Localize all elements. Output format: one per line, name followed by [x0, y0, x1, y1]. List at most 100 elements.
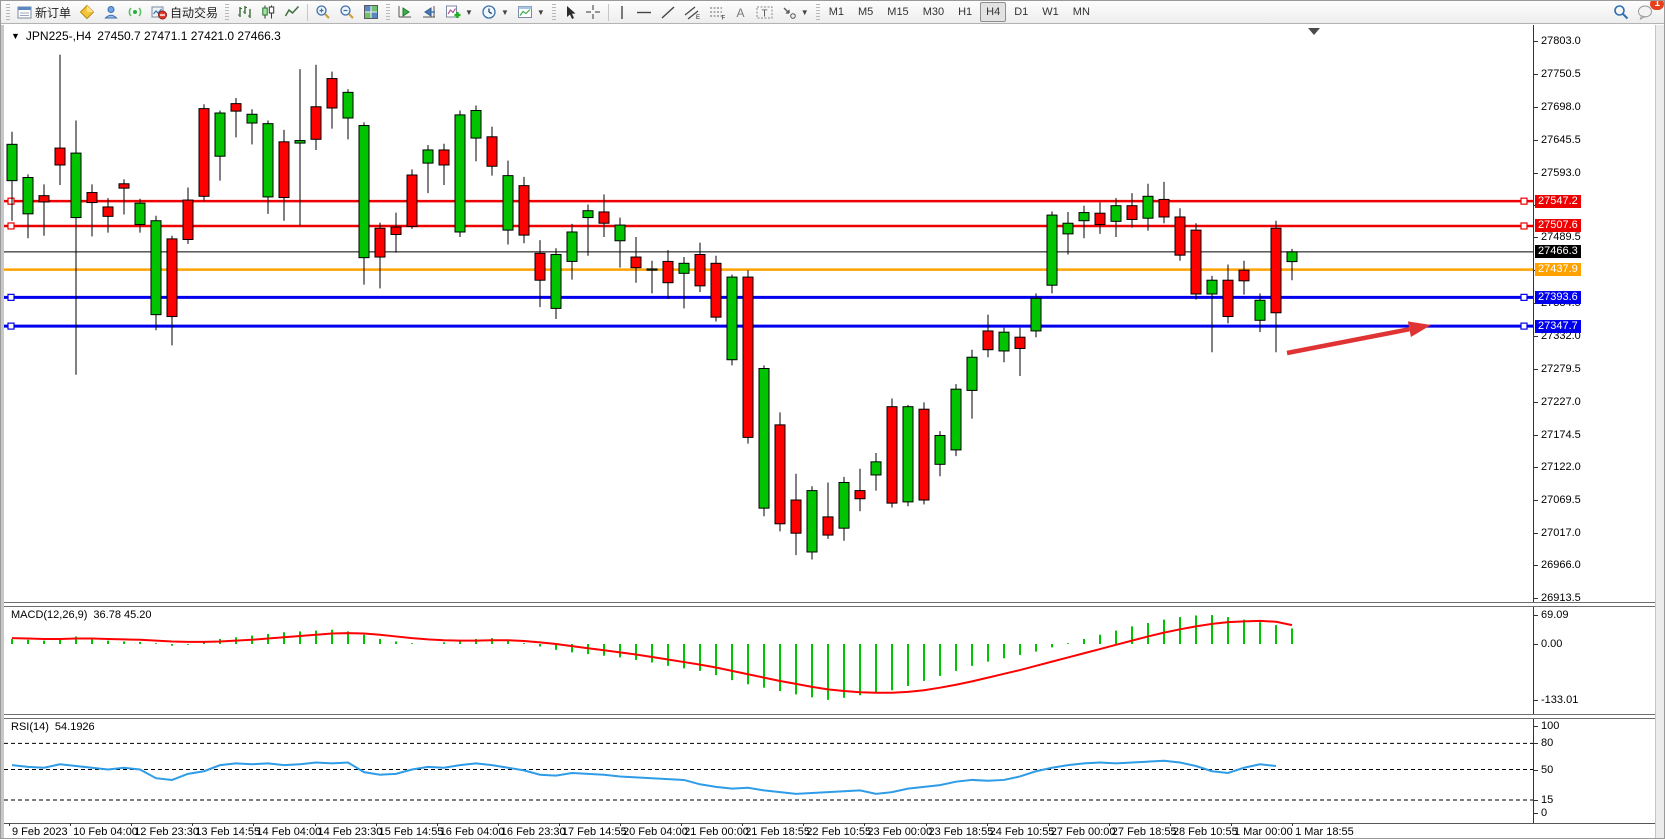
search-button[interactable]	[1609, 1, 1633, 23]
zoom-out-button[interactable]	[335, 1, 359, 23]
rsi-value: 54.1926	[55, 721, 95, 733]
price-axis-tick	[1533, 107, 1538, 108]
market-icon	[79, 4, 95, 20]
trendline-button[interactable]	[656, 1, 680, 23]
tile-windows-button[interactable]	[359, 1, 383, 23]
mt4-window: 新订单 自动交易	[0, 0, 1665, 839]
timeframe-M1[interactable]: M1	[823, 2, 850, 22]
macd-chart[interactable]	[4, 607, 1533, 714]
indicators-button[interactable]: ▼	[441, 1, 477, 23]
auto-scroll-button[interactable]	[393, 1, 417, 23]
timeframe-M15[interactable]: M15	[881, 2, 914, 22]
new-order-label: 新订单	[35, 4, 71, 21]
signals-button[interactable]	[123, 1, 147, 23]
toolbar-grip	[816, 4, 820, 20]
arrows-tool-button[interactable]: ▼	[777, 1, 813, 23]
cursor-button[interactable]	[559, 1, 581, 23]
chat-button[interactable]: 1	[1633, 1, 1658, 23]
trendline-icon	[660, 5, 676, 20]
price-axis-label: 27174.5	[1541, 429, 1581, 441]
timeframe-D1[interactable]: D1	[1008, 2, 1034, 22]
price-axis-tick	[1533, 500, 1538, 501]
signals-icon	[127, 4, 143, 20]
new-order-button[interactable]: 新订单	[13, 1, 75, 23]
timeframe-M5[interactable]: M5	[852, 2, 879, 22]
time-axis-tick	[620, 823, 621, 826]
text-button[interactable]: A	[730, 1, 752, 23]
time-axis-label: 28 Feb 10:55	[1173, 826, 1238, 838]
timeframe-W1[interactable]: W1	[1036, 2, 1065, 22]
chart-menu-icon[interactable]: ▼	[11, 31, 20, 41]
price-axis-tick	[1533, 41, 1538, 42]
time-axis-label: 1 Mar 18:55	[1295, 826, 1354, 838]
toolbar-grip	[6, 4, 10, 20]
price-axis-tick	[1533, 237, 1538, 238]
macd-axis-label: 0.00	[1541, 638, 1562, 650]
chart-shift-button[interactable]	[417, 1, 441, 23]
horizontal-line-icon	[636, 5, 652, 20]
toolbar-grip	[225, 4, 229, 20]
periods-button[interactable]: ▼	[477, 1, 513, 23]
market-button[interactable]	[75, 1, 99, 23]
macd-pane[interactable]: MACD(12,26,9)36.78 45.20 69.090.00-133.0…	[4, 607, 1665, 714]
toolbar: 新订单 自动交易	[1, 1, 1665, 24]
tile-windows-icon	[363, 4, 379, 20]
text-icon: A	[734, 5, 748, 20]
time-axis-tick	[864, 823, 865, 826]
vertical-line-button[interactable]	[612, 1, 632, 23]
price-axis-tick	[1533, 336, 1538, 337]
rsi-chart[interactable]	[4, 719, 1533, 823]
rsi-axis-tick	[1533, 743, 1538, 744]
chart-bars-button[interactable]	[232, 1, 256, 23]
time-axis-label: 9 Feb 2023	[12, 826, 68, 838]
chart-window: ▼ JPN225-,H4 27450.7 27471.1 27421.0 274…	[1, 25, 1665, 839]
chart-ohlc-values: 27450.7 27471.1 27421.0 27466.3	[97, 29, 281, 43]
price-axis-label: 26913.5	[1541, 592, 1581, 604]
price-axis-label: 27017.0	[1541, 527, 1581, 539]
fibonacci-button[interactable]: F	[705, 1, 730, 23]
svg-text:E: E	[696, 15, 700, 20]
text-label-button[interactable]: T	[752, 1, 777, 23]
time-axis[interactable]: 9 Feb 202310 Feb 04:0012 Feb 23:3013 Feb…	[4, 823, 1665, 839]
templates-button[interactable]: ▼	[513, 1, 549, 23]
text-label-icon: T	[756, 5, 773, 20]
price-axis-label: 27489.5	[1541, 231, 1581, 243]
chart-candles-button[interactable]	[256, 1, 280, 23]
price-axis-label: 27122.0	[1541, 461, 1581, 473]
price-line-badge: 27393.6	[1535, 291, 1581, 304]
candlestick-chart[interactable]	[4, 25, 1533, 602]
chart-shift-marker	[1308, 28, 1320, 35]
timeframe-M30[interactable]: M30	[917, 2, 950, 22]
rsi-axis-tick	[1533, 800, 1538, 801]
timeframe-MN[interactable]: MN	[1067, 2, 1096, 22]
chart-line-button[interactable]	[280, 1, 304, 23]
price-axis-tick	[1533, 467, 1538, 468]
new-order-icon	[17, 5, 32, 20]
horizontal-line-button[interactable]	[632, 1, 656, 23]
time-axis-label: 1 Mar 00:00	[1234, 826, 1293, 838]
auto-scroll-icon	[397, 4, 413, 20]
template-icon	[517, 4, 533, 20]
price-axis-label: 27750.5	[1541, 68, 1581, 80]
timeframe-H4[interactable]: H4	[980, 2, 1006, 22]
auto-trading-button[interactable]: 自动交易	[147, 1, 222, 23]
crosshair-button[interactable]	[581, 1, 605, 23]
time-axis-label: 21 Feb 18:55	[745, 826, 810, 838]
main-price-pane[interactable]: ▼ JPN225-,H4 27450.7 27471.1 27421.0 274…	[4, 25, 1665, 602]
time-axis-tick	[131, 823, 132, 826]
macd-label: MACD(12,26,9)36.78 45.20	[11, 609, 152, 621]
time-axis-label: 13 Feb 14:55	[195, 826, 260, 838]
community-button[interactable]	[99, 1, 123, 23]
macd-values: 36.78 45.20	[93, 609, 151, 621]
rsi-pane[interactable]: RSI(14)54.1926 1008050150	[4, 719, 1665, 823]
time-axis-tick	[742, 823, 743, 826]
price-axis-label: 27698.0	[1541, 101, 1581, 113]
equidistant-channel-button[interactable]: E	[680, 1, 705, 23]
right-edge-strip	[1655, 25, 1664, 839]
time-axis-label: 15 Feb 14:55	[379, 826, 444, 838]
fibonacci-icon: F	[709, 5, 726, 20]
rsi-axis-label: 80	[1541, 737, 1553, 749]
timeframe-H1[interactable]: H1	[952, 2, 978, 22]
time-axis-label: 14 Feb 04:00	[256, 826, 321, 838]
zoom-in-button[interactable]	[311, 1, 335, 23]
